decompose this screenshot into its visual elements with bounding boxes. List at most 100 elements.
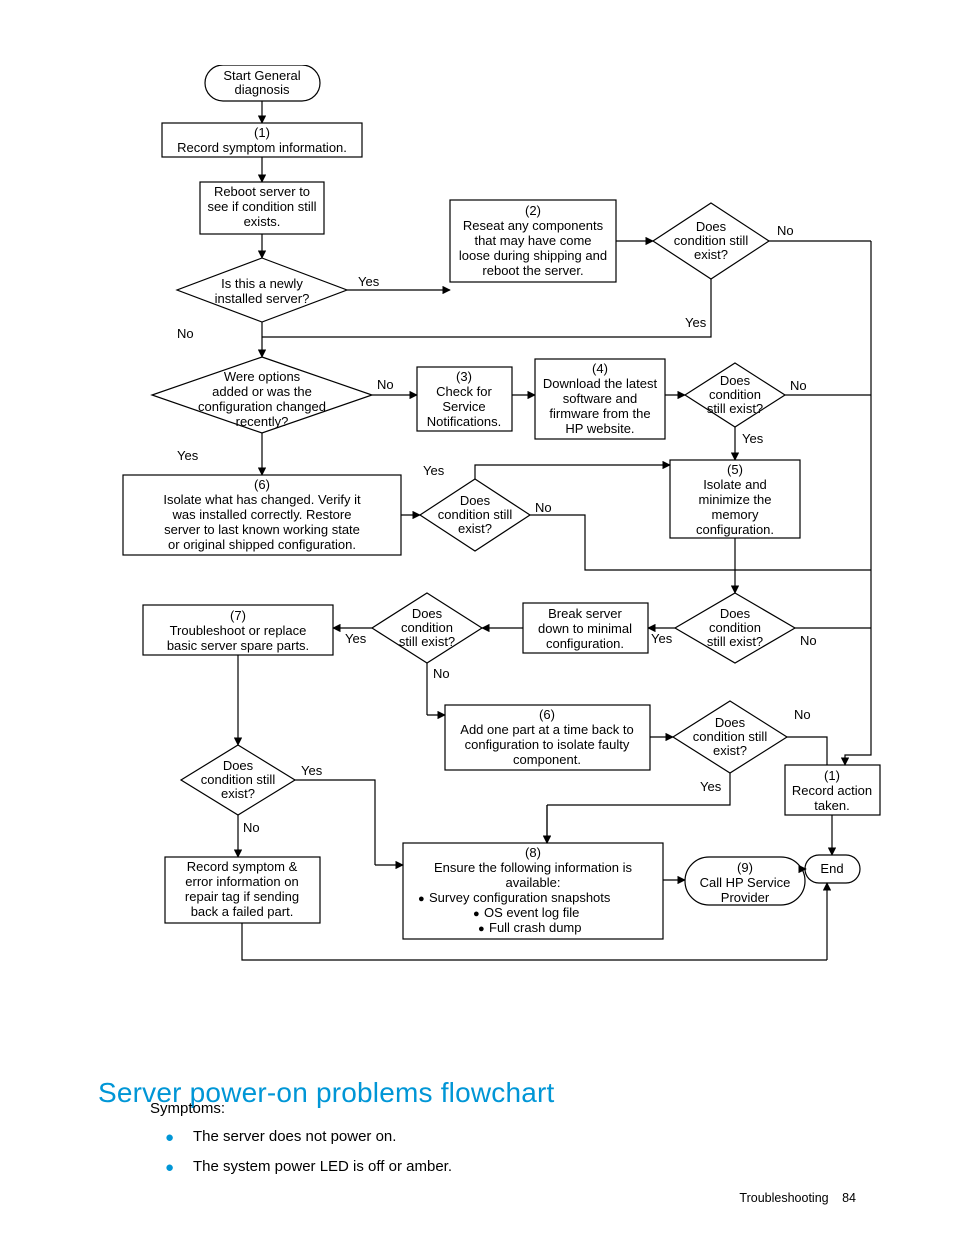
label-yes-e: Yes <box>651 631 673 646</box>
bullet-text: The system power LED is off or amber. <box>193 1158 452 1175</box>
label-yes-f: Yes <box>700 779 722 794</box>
node-condc-l1: Does <box>460 493 491 508</box>
node-condc-l2: condition still <box>438 507 513 522</box>
node-5-l2: minimize the <box>699 492 772 507</box>
bullet-text: The server does not power on. <box>193 1128 396 1145</box>
label-no-d: No <box>433 666 450 681</box>
node-condf-l1: Does <box>715 715 746 730</box>
node-options-l4: recently? <box>236 414 289 429</box>
node-condd-l2: condition <box>401 620 453 635</box>
node-8-l1: Ensure the following information is <box>434 860 632 875</box>
general-diagnosis-flowchart: .box { fill:#fff; stroke:#000; stroke-wi… <box>115 65 883 1034</box>
node-condd-l1: Does <box>412 606 443 621</box>
node-3-l2: Service <box>442 399 485 414</box>
node-7-l2: basic server spare parts. <box>167 638 309 653</box>
label-yes-d: Yes <box>345 631 367 646</box>
node-6b-num: (6) <box>539 707 555 722</box>
node-1b-l2: taken. <box>814 798 849 813</box>
label-yes-c: Yes <box>423 463 445 478</box>
node-3-l1: Check for <box>436 384 492 399</box>
node-9-num: (9) <box>737 860 753 875</box>
node-start-l1: Start General <box>223 68 300 83</box>
bullet-item-1: ●The server does not power on. <box>165 1128 396 1146</box>
node-4-l3: firmware from the <box>549 406 650 421</box>
node-condc-l3: exist? <box>458 521 492 536</box>
node-condf-l3: exist? <box>713 743 747 758</box>
node-4-l4: HP website. <box>565 421 634 436</box>
node-2-l2: that may have come <box>474 233 591 248</box>
node-break-l2: down to minimal <box>538 621 632 636</box>
node-condg-l2: condition still <box>201 772 276 787</box>
symptoms-label: Symptoms: <box>150 1100 225 1117</box>
node-options-l1: Were options <box>224 369 301 384</box>
bullet-icon: ● <box>478 923 485 935</box>
node-6-num: (6) <box>254 477 270 492</box>
node-6b-l1: Add one part at a time back to <box>460 722 633 737</box>
label-no-g: No <box>243 820 260 835</box>
node-recordtag-l1: Record symptom & <box>187 859 298 874</box>
label-no-f: No <box>794 707 811 722</box>
node-condg-l1: Does <box>223 758 254 773</box>
node-conde-l1: Does <box>720 606 751 621</box>
label-yes-b: Yes <box>742 431 764 446</box>
node-3-num: (3) <box>456 369 472 384</box>
node-2-l4: reboot the server. <box>482 263 583 278</box>
node-conde-l3: still exist? <box>707 634 763 649</box>
label-no-c: No <box>535 500 552 515</box>
node-reboot-l1: Reboot server to <box>214 184 310 199</box>
node-9-l1: Call HP Service <box>700 875 791 890</box>
label-no-1: No <box>177 326 194 341</box>
label-yes-g: Yes <box>301 763 323 778</box>
node-6-l2: was installed correctly. Restore <box>172 507 352 522</box>
node-1b-num: (1) <box>824 768 840 783</box>
bullet-icon: ● <box>418 893 425 905</box>
node-newly-l1: Is this a newly <box>221 276 303 291</box>
node-3-l3: Notifications. <box>427 414 501 429</box>
node-4-l1: Download the latest <box>543 376 658 391</box>
node-conda-l3: exist? <box>694 247 728 262</box>
bullet-icon: ● <box>165 1129 193 1146</box>
node-5-num: (5) <box>727 462 743 477</box>
node-1-num: (1) <box>254 125 270 140</box>
node-7-l1: Troubleshoot or replace <box>170 623 307 638</box>
node-start-l2: diagnosis <box>235 82 290 97</box>
node-conda-l2: condition still <box>674 233 749 248</box>
node-recordtag-l2: error information on <box>185 874 298 889</box>
node-recordtag-l4: back a failed part. <box>191 904 294 919</box>
node-4-l2: software and <box>563 391 637 406</box>
node-8-l2: available: <box>506 875 561 890</box>
page: .box { fill:#fff; stroke:#000; stroke-wi… <box>0 0 954 1235</box>
node-options-l2: added or was the <box>212 384 312 399</box>
node-recordtag-l3: repair tag if sending <box>185 889 299 904</box>
bullet-icon: ● <box>165 1159 193 1176</box>
node-newly-l2: installed server? <box>215 291 310 306</box>
node-break-l1: Break server <box>548 606 622 621</box>
label-no-options: No <box>377 377 394 392</box>
node-6b-l2: configuration to isolate faulty <box>465 737 630 752</box>
node-6-l4: or original shipped configuration. <box>168 537 356 552</box>
label-no-b: No <box>790 378 807 393</box>
node-end: End <box>820 861 843 876</box>
node-2-l1: Reseat any components <box>463 218 604 233</box>
node-1b-l1: Record action <box>792 783 872 798</box>
node-8-b2: OS event log file <box>484 905 579 920</box>
node-5-l1: Isolate and <box>703 477 767 492</box>
node-break-l3: configuration. <box>546 636 624 651</box>
node-condb-l2: condition <box>709 387 761 402</box>
node-2-num: (2) <box>525 203 541 218</box>
label-yes-options: Yes <box>177 448 199 463</box>
page-footer: Troubleshooting 84 <box>739 1191 856 1205</box>
node-4-num: (4) <box>592 361 608 376</box>
footer-section: Troubleshooting <box>739 1191 828 1205</box>
node-condd-l3: still exist? <box>399 634 455 649</box>
bullet-icon: ● <box>473 908 480 920</box>
node-reboot-l2: see if condition still <box>207 199 316 214</box>
node-1-text: Record symptom information. <box>177 140 347 155</box>
label-no-e: No <box>800 633 817 648</box>
node-5-l3: memory <box>712 507 759 522</box>
node-condf-l2: condition still <box>693 729 768 744</box>
label-no-a: No <box>777 223 794 238</box>
node-7-num: (7) <box>230 608 246 623</box>
node-2-l3: loose during shipping and <box>459 248 607 263</box>
flowchart-svg: .box { fill:#fff; stroke:#000; stroke-wi… <box>115 65 883 1034</box>
